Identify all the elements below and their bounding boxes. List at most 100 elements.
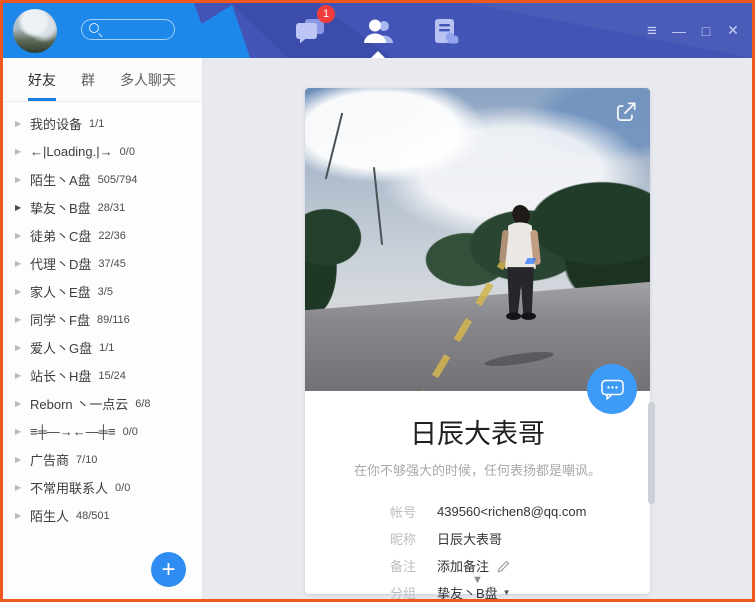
expand-arrow-icon[interactable]: ▶ — [15, 427, 30, 436]
branch-decoration — [324, 113, 342, 179]
start-chat-button[interactable] — [587, 364, 637, 414]
field-value: 日辰大表哥 — [437, 529, 502, 548]
sidebar-tab[interactable]: 好友 — [28, 58, 56, 101]
group-count: 48/501 — [76, 510, 110, 522]
menu-icon[interactable]: ≡ — [643, 22, 661, 40]
group-count: 3/5 — [98, 286, 113, 298]
contact-group-row[interactable]: ▶ 站长丶H盘 15/24 — [3, 361, 202, 389]
group-count: 37/45 — [98, 258, 126, 270]
expand-arrow-icon[interactable]: ▶ — [15, 511, 30, 520]
expand-arrow-icon[interactable]: ▶ — [15, 315, 30, 324]
group-name: 陌生人 — [30, 506, 69, 525]
dropdown-caret-icon[interactable]: ▼ — [503, 588, 511, 597]
sidebar-tab[interactable]: 多人聊天 — [120, 58, 176, 101]
expand-arrow-icon[interactable]: ▶ — [15, 455, 30, 464]
expand-arrow-icon[interactable]: ▶ — [15, 203, 30, 212]
contact-group-row[interactable]: ▶ 同学丶F盘 89/116 — [3, 305, 202, 333]
nav-contacts[interactable] — [359, 14, 397, 48]
contact-group-row[interactable]: ▶ 广告商 7/10 — [3, 445, 202, 473]
expand-arrow-icon[interactable]: ▶ — [15, 231, 30, 240]
field-label: 帐号 — [390, 502, 437, 521]
sidebar-tab[interactable]: 群 — [81, 58, 95, 101]
expand-more-button[interactable]: ▼ — [305, 574, 650, 586]
nav-messages[interactable]: 1 — [291, 14, 329, 48]
profile-field-row: 帐号 439560<richen8@qq.com ▼ — [390, 498, 650, 525]
field-label: 昵称 — [390, 529, 437, 548]
minimize-button[interactable]: — — [670, 22, 688, 40]
group-count: 1/1 — [89, 118, 104, 130]
edit-pencil-icon[interactable] — [496, 559, 511, 573]
contact-group-row[interactable]: ▶ Reborn 丶一点云 6/8 — [3, 389, 202, 417]
group-name: ←|Loading.|→ — [30, 144, 113, 159]
tab-label: 好友 — [28, 70, 56, 90]
window-controls: ≡ — □ ✕ — [643, 3, 742, 58]
window-body: 好友 群 多人聊天 ▶ 我的设备 1/1 — [3, 58, 752, 599]
group-count: 6/8 — [135, 398, 150, 410]
search-input[interactable] — [81, 19, 175, 40]
group-count: 1/1 — [99, 342, 114, 354]
scrollbar-thumb[interactable] — [648, 402, 655, 504]
contacts-icon — [361, 17, 395, 45]
group-name: 我的设备 — [30, 114, 82, 133]
expand-arrow-icon[interactable]: ▶ — [15, 147, 30, 156]
group-name: 站长丶H盘 — [30, 366, 91, 385]
group-name: 广告商 — [30, 450, 69, 469]
expand-arrow-icon[interactable]: ▶ — [15, 483, 30, 492]
field-value: 439560<richen8@qq.com — [437, 504, 586, 519]
expand-arrow-icon[interactable]: ▶ — [15, 399, 30, 408]
tab-label: 多人聊天 — [120, 70, 176, 90]
chat-bubble-icon — [600, 378, 625, 401]
contact-group-row[interactable]: ▶ 不常用联系人 0/0 — [3, 473, 202, 501]
contact-group-row[interactable]: ▶ 徒弟丶C盘 22/36 — [3, 221, 202, 249]
contact-group-row[interactable]: ▶ 陌生丶A盘 505/794 — [3, 165, 202, 193]
field-value: 添加备注 — [437, 556, 489, 575]
maximize-button[interactable]: □ — [697, 22, 715, 40]
title-bar: 1 ≡ — □ ✕ — [3, 3, 752, 58]
field-label: 备注 — [390, 556, 437, 575]
group-count: 0/0 — [115, 482, 130, 494]
group-count: 7/10 — [76, 454, 97, 466]
expand-arrow-icon[interactable]: ▶ — [15, 287, 30, 296]
contact-group-row[interactable]: ▶ ≡╪—→←—╪≡ 0/0 — [3, 417, 202, 445]
group-name: 代理丶D盘 — [30, 254, 91, 273]
close-button[interactable]: ✕ — [724, 22, 742, 40]
group-name: 爱人丶G盘 — [30, 338, 92, 357]
active-section-caret — [370, 51, 386, 59]
profile-card: 日辰大表哥 在你不够强大的时候，任何表扬都是嘲讽。 帐号 439560<rich… — [305, 88, 650, 594]
main-nav: 1 — [291, 3, 465, 58]
group-count: 0/0 — [120, 146, 135, 158]
expand-arrow-icon[interactable]: ▶ — [15, 371, 30, 380]
search-icon — [89, 23, 99, 33]
add-contact-button[interactable]: + — [151, 552, 186, 587]
profile-field-row: 昵称 日辰大表哥 ▼ — [390, 525, 650, 552]
group-count: 22/36 — [98, 230, 126, 242]
share-icon[interactable] — [613, 99, 639, 125]
contact-group-row[interactable]: ▶ 挚友丶B盘 28/31 — [3, 193, 202, 221]
contact-group-row[interactable]: ▶ 家人丶E盘 3/5 — [3, 277, 202, 305]
unread-badge: 1 — [317, 5, 335, 23]
group-name: 挚友丶B盘 — [30, 198, 91, 217]
profile-fields: 帐号 439560<richen8@qq.com ▼ 昵称 日辰大表哥 — [305, 498, 650, 602]
expand-arrow-icon[interactable]: ▶ — [15, 259, 30, 268]
contact-group-row[interactable]: ▶ ←|Loading.|→ 0/0 — [3, 137, 202, 165]
tab-label: 群 — [81, 70, 95, 90]
group-name: ≡╪—→←—╪≡ — [30, 424, 116, 439]
contact-group-list: ▶ 我的设备 1/1 ▶ ←|Loading.|→ 0/0 ▶ 陌生丶A盘 50… — [3, 102, 202, 529]
sidebar-tabs: 好友 群 多人聊天 — [3, 58, 202, 102]
contact-group-row[interactable]: ▶ 代理丶D盘 37/45 — [3, 249, 202, 277]
group-name: 不常用联系人 — [30, 478, 108, 497]
qq-window: 1 ≡ — □ ✕ — [0, 0, 755, 602]
user-avatar[interactable] — [13, 9, 57, 53]
expand-arrow-icon[interactable]: ▶ — [15, 119, 30, 128]
plus-icon: + — [161, 553, 175, 586]
contact-group-row[interactable]: ▶ 陌生人 48/501 — [3, 501, 202, 529]
group-name: 家人丶E盘 — [30, 282, 91, 301]
expand-arrow-icon[interactable]: ▶ — [15, 175, 30, 184]
person-silhouette — [488, 201, 552, 361]
contact-group-row[interactable]: ▶ 我的设备 1/1 — [3, 109, 202, 137]
profile-photo — [305, 88, 650, 391]
expand-arrow-icon[interactable]: ▶ — [15, 343, 30, 352]
group-name: 同学丶F盘 — [30, 310, 90, 329]
contact-group-row[interactable]: ▶ 爱人丶G盘 1/1 — [3, 333, 202, 361]
nav-feeds[interactable] — [427, 14, 465, 48]
